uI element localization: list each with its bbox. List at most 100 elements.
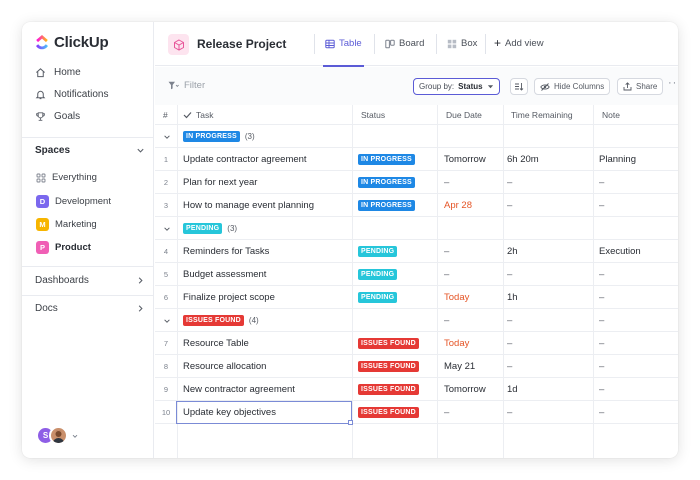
time-remaining[interactable]: 6h 20m — [507, 148, 539, 171]
task-name[interactable]: Reminders for Tasks — [183, 240, 269, 263]
table-row[interactable]: 10 Update key objectives ISSUES FOUND – … — [155, 401, 678, 425]
table-row[interactable]: 5 Budget assessment PENDING – – – — [155, 263, 678, 286]
due-date[interactable]: Today — [444, 332, 469, 355]
status-badge[interactable]: IN PROGRESS — [358, 177, 415, 188]
sidebar-item-development[interactable]: D Development — [36, 195, 111, 208]
tab-board[interactable]: Board — [385, 38, 424, 49]
group-row-pending[interactable]: PENDING (3) — [155, 217, 678, 240]
group-by-select[interactable]: Group by: Status — [413, 78, 500, 95]
table-row[interactable]: 7 Resource Table ISSUES FOUND Today – – — [155, 332, 678, 355]
table-row[interactable]: 2 Plan for next year IN PROGRESS – – – — [155, 171, 678, 194]
due-date[interactable]: Tomorrow — [444, 148, 486, 171]
group-header: ISSUES FOUND (4) — [183, 309, 259, 332]
tab-box[interactable]: Box — [447, 38, 477, 49]
chevron-down-icon[interactable] — [163, 309, 173, 332]
sort-button[interactable] — [510, 78, 528, 95]
sidebar-item-dashboards[interactable]: Dashboards — [35, 275, 145, 286]
table-row[interactable]: 8 Resource allocation ISSUES FOUND May 2… — [155, 355, 678, 378]
time-remaining[interactable]: – — [507, 194, 512, 217]
task-name[interactable]: Budget assessment — [183, 263, 266, 286]
table-row[interactable]: 3 How to manage event planning IN PROGRE… — [155, 194, 678, 217]
more-options-icon[interactable]: ··· — [668, 77, 678, 89]
page-title: Release Project — [197, 37, 287, 51]
time-remaining[interactable]: 1h — [507, 286, 518, 309]
due-date[interactable]: May 21 — [444, 355, 475, 378]
time-remaining[interactable]: – — [507, 263, 512, 286]
add-view-button[interactable]: + Add view — [494, 37, 544, 49]
due-date[interactable]: Today — [444, 286, 469, 309]
note[interactable]: Planning — [599, 148, 636, 171]
note[interactable]: – — [599, 194, 604, 217]
time-remaining[interactable]: – — [507, 171, 512, 194]
sidebar-item-docs[interactable]: Docs — [35, 303, 145, 314]
tab-table[interactable]: Table — [323, 38, 364, 67]
due-date[interactable]: – — [444, 263, 449, 286]
sidebar-item-product[interactable]: P Product — [36, 241, 91, 254]
note[interactable]: Execution — [599, 240, 641, 263]
status-badge[interactable]: PENDING — [358, 269, 398, 280]
due-date[interactable]: – — [444, 401, 449, 424]
share-button[interactable]: Share — [617, 78, 664, 95]
due-date[interactable]: – — [444, 171, 449, 194]
col-header-status[interactable]: Status — [361, 105, 385, 125]
status-badge[interactable]: IN PROGRESS — [358, 154, 415, 165]
group-by-value: Status — [458, 82, 483, 91]
note[interactable]: – — [599, 286, 604, 309]
time-remaining[interactable]: – — [507, 401, 512, 424]
task-name-editing[interactable]: Update key objectives — [176, 401, 352, 424]
col-header-due-date[interactable]: Due Date — [446, 105, 482, 125]
due-date[interactable]: – — [444, 240, 449, 263]
table-row[interactable]: 6 Finalize project scope PENDING Today 1… — [155, 286, 678, 309]
note[interactable]: – — [599, 332, 604, 355]
status-badge[interactable]: ISSUES FOUND — [358, 407, 419, 418]
status-badge[interactable]: ISSUES FOUND — [358, 384, 419, 395]
note[interactable]: – — [599, 171, 604, 194]
group-row-in-progress[interactable]: IN PROGRESS (3) — [155, 125, 678, 148]
table-row[interactable]: 1 Update contractor agreement IN PROGRES… — [155, 148, 678, 171]
spaces-header[interactable]: Spaces — [35, 145, 145, 156]
due-date[interactable]: Tomorrow — [444, 378, 486, 401]
time-remaining[interactable]: – — [507, 355, 512, 378]
note[interactable]: – — [599, 401, 604, 424]
chevron-down-icon[interactable] — [136, 146, 145, 155]
col-header-time-remaining[interactable]: Time Remaining — [511, 105, 573, 125]
time-remaining[interactable]: 2h — [507, 240, 518, 263]
task-name[interactable]: Update contractor agreement — [183, 148, 307, 171]
clickup-logo[interactable]: ClickUp — [35, 34, 109, 51]
task-name[interactable]: Resource allocation — [183, 355, 266, 378]
hide-columns-button[interactable]: Hide Columns — [534, 78, 611, 95]
chevron-down-icon[interactable] — [163, 125, 173, 148]
chevron-down-icon[interactable] — [163, 217, 173, 240]
resize-handle[interactable] — [348, 420, 353, 425]
task-name[interactable]: How to manage event planning — [183, 194, 314, 217]
status-badge[interactable]: PENDING — [358, 292, 398, 303]
nav-goals[interactable]: Goals — [35, 111, 80, 122]
filter-button[interactable]: Filter — [168, 80, 205, 91]
nav-notifications[interactable]: Notifications — [35, 89, 108, 100]
note[interactable]: – — [599, 263, 604, 286]
note[interactable]: – — [599, 378, 604, 401]
user-avatars[interactable]: S — [36, 426, 79, 445]
status-badge[interactable]: ISSUES FOUND — [358, 361, 419, 372]
note[interactable]: – — [599, 355, 604, 378]
task-name[interactable]: Plan for next year — [183, 171, 257, 194]
group-row-issues-found[interactable]: ISSUES FOUND (4) – – – — [155, 309, 678, 332]
table-row[interactable]: 9 New contractor agreement ISSUES FOUND … — [155, 378, 678, 401]
col-header-task[interactable]: Task — [183, 105, 213, 125]
col-header-note[interactable]: Note — [602, 105, 620, 125]
status-badge[interactable]: IN PROGRESS — [358, 200, 415, 211]
task-name[interactable]: New contractor agreement — [183, 378, 295, 401]
time-remaining[interactable]: – — [507, 332, 512, 355]
avatar-photo[interactable] — [49, 426, 68, 445]
caret-down-icon[interactable] — [71, 432, 79, 440]
sidebar-item-everything[interactable]: Everything — [36, 172, 97, 183]
sidebar-item-marketing[interactable]: M Marketing — [36, 218, 97, 231]
status-badge[interactable]: PENDING — [358, 246, 398, 257]
nav-home[interactable]: Home — [35, 67, 81, 78]
time-remaining[interactable]: 1d — [507, 378, 518, 401]
task-name[interactable]: Finalize project scope — [183, 286, 275, 309]
status-badge[interactable]: ISSUES FOUND — [358, 338, 419, 349]
table-row[interactable]: 4 Reminders for Tasks PENDING – 2h Execu… — [155, 240, 678, 263]
due-date[interactable]: Apr 28 — [444, 194, 472, 217]
task-name[interactable]: Resource Table — [183, 332, 249, 355]
